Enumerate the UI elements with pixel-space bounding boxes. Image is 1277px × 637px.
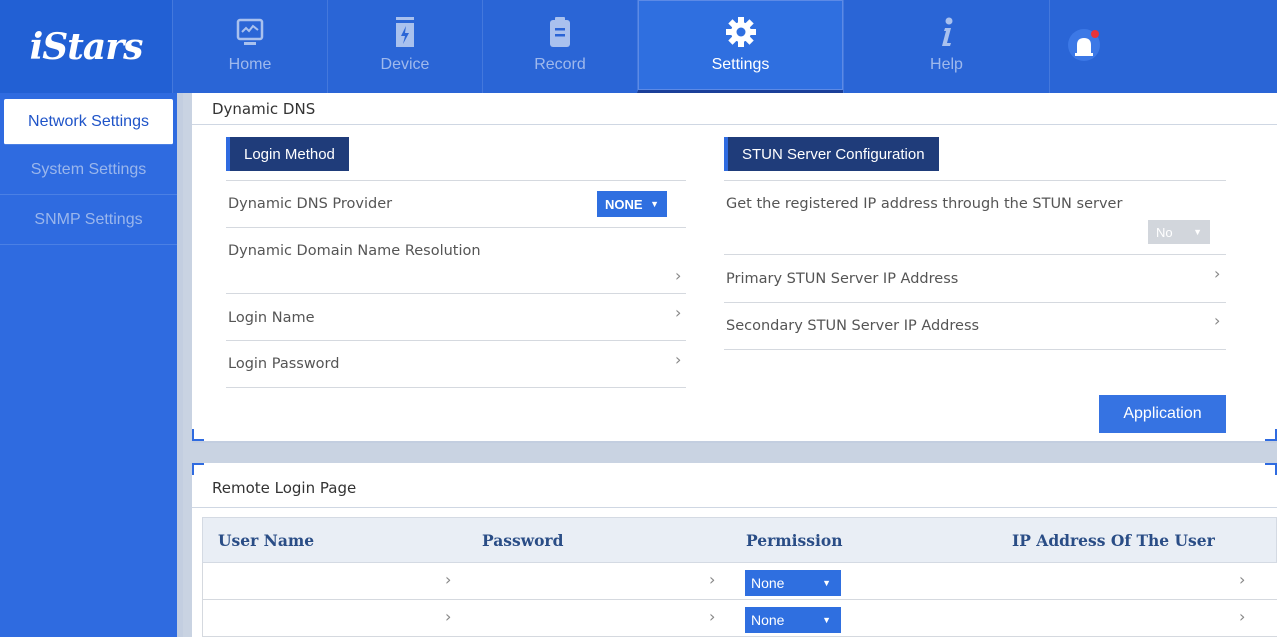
ddns-provider-label: Dynamic DNS Provider xyxy=(228,196,393,212)
stun-get-ip-select[interactable]: No ▼ xyxy=(1148,220,1210,244)
main-nav: Home Device Record Settings Help xyxy=(172,0,1049,93)
domain-resolution-label: Dynamic Domain Name Resolution xyxy=(228,243,481,259)
divider xyxy=(724,254,1226,255)
section-title-dynamic-dns: Dynamic DNS xyxy=(212,100,316,118)
nav-device[interactable]: Device xyxy=(327,0,482,93)
nav-help[interactable]: Help xyxy=(843,0,1049,93)
chevron-right-icon[interactable]: › xyxy=(675,350,681,369)
chevron-right-icon[interactable]: › xyxy=(709,607,715,626)
nav-record[interactable]: Record xyxy=(482,0,637,93)
login-name-label: Login Name xyxy=(228,310,315,326)
sidebar-item-system-settings[interactable]: System Settings xyxy=(0,145,177,195)
stun-get-ip-value: No xyxy=(1156,224,1173,240)
nav-home-label: Home xyxy=(228,56,272,73)
nav-help-label: Help xyxy=(930,56,963,73)
permission-select[interactable]: None ▼ xyxy=(745,570,841,596)
info-icon xyxy=(937,14,957,50)
divider xyxy=(226,227,686,228)
section-title-remote-login: Remote Login Page xyxy=(212,479,357,497)
panel-corner xyxy=(1265,463,1277,475)
logo-text: iStars xyxy=(29,25,144,68)
ddns-provider-select[interactable]: NONE ▼ xyxy=(597,191,667,217)
chevron-right-icon[interactable]: › xyxy=(675,266,681,285)
divider xyxy=(192,507,1277,508)
remote-login-table: User Name Password Permission IP Address… xyxy=(202,517,1277,637)
alarm-button[interactable] xyxy=(1049,0,1117,93)
nav-settings[interactable]: Settings xyxy=(637,0,843,93)
top-nav-bar: iStars Home Device Record Settings Help xyxy=(0,0,1277,93)
clipboard-icon xyxy=(547,14,573,50)
permission-value: None xyxy=(751,612,785,628)
panel-corner xyxy=(192,463,204,475)
divider xyxy=(226,180,686,181)
divider xyxy=(724,302,1226,303)
chevron-right-icon[interactable]: › xyxy=(1239,607,1245,626)
nav-device-label: Device xyxy=(380,56,430,73)
chevron-right-icon[interactable]: › xyxy=(445,570,451,589)
chevron-right-icon[interactable]: › xyxy=(675,303,681,322)
permission-value: None xyxy=(751,575,785,591)
primary-stun-label: Primary STUN Server IP Address xyxy=(726,271,959,287)
dropdown-arrow-icon: ▼ xyxy=(822,615,831,625)
divider xyxy=(724,180,1226,181)
remote-login-panel: Remote Login Page User Name Password Per… xyxy=(192,463,1277,637)
login-method-label: Login Method xyxy=(226,137,349,171)
chevron-right-icon[interactable]: › xyxy=(1214,264,1220,283)
sidebar-item-snmp-settings[interactable]: SNMP Settings xyxy=(0,195,177,245)
ddns-provider-value: NONE xyxy=(605,196,643,212)
stun-config-label: STUN Server Configuration xyxy=(724,137,939,171)
stun-get-ip-label: Get the registered IP address through th… xyxy=(726,196,1123,212)
chevron-right-icon[interactable]: › xyxy=(445,607,451,626)
chevron-right-icon[interactable]: › xyxy=(1214,311,1220,330)
table-row: › › None ▼ › xyxy=(202,563,1277,600)
panel-corner xyxy=(192,429,204,441)
divider xyxy=(226,293,686,294)
dropdown-arrow-icon: ▼ xyxy=(650,199,659,209)
table-header: User Name Password Permission IP Address… xyxy=(202,517,1277,563)
divider xyxy=(226,340,686,341)
table-row: › › None ▼ › xyxy=(202,600,1277,637)
chevron-right-icon[interactable]: › xyxy=(709,570,715,589)
divider xyxy=(226,387,686,388)
sidebar: Network Settings System Settings SNMP Se… xyxy=(0,93,183,637)
alarm-bell-icon xyxy=(1067,28,1101,66)
gear-icon xyxy=(725,14,757,50)
divider xyxy=(192,124,1277,125)
column-header-permission: Permission xyxy=(746,530,843,550)
column-header-user-name: User Name xyxy=(218,530,315,550)
nav-home[interactable]: Home xyxy=(172,0,327,93)
column-header-password: Password xyxy=(482,530,564,550)
monitor-chart-icon xyxy=(235,14,265,50)
dropdown-arrow-icon: ▼ xyxy=(1193,227,1202,237)
application-button[interactable]: Application xyxy=(1099,395,1226,433)
device-battery-icon xyxy=(392,14,418,50)
divider xyxy=(724,349,1226,350)
login-password-label: Login Password xyxy=(228,356,340,372)
nav-record-label: Record xyxy=(534,56,586,73)
nav-settings-label: Settings xyxy=(711,56,770,73)
permission-select[interactable]: None ▼ xyxy=(745,607,841,633)
sidebar-item-network-settings[interactable]: Network Settings xyxy=(4,99,173,145)
dropdown-arrow-icon: ▼ xyxy=(822,578,831,588)
logo: iStars xyxy=(0,0,172,93)
chevron-right-icon[interactable]: › xyxy=(1239,570,1245,589)
dynamic-dns-panel: Dynamic DNS Login Method Dynamic DNS Pro… xyxy=(192,93,1277,443)
panel-corner xyxy=(1265,429,1277,441)
column-header-ip-address: IP Address Of The User xyxy=(1012,530,1215,550)
secondary-stun-label: Secondary STUN Server IP Address xyxy=(726,318,980,334)
